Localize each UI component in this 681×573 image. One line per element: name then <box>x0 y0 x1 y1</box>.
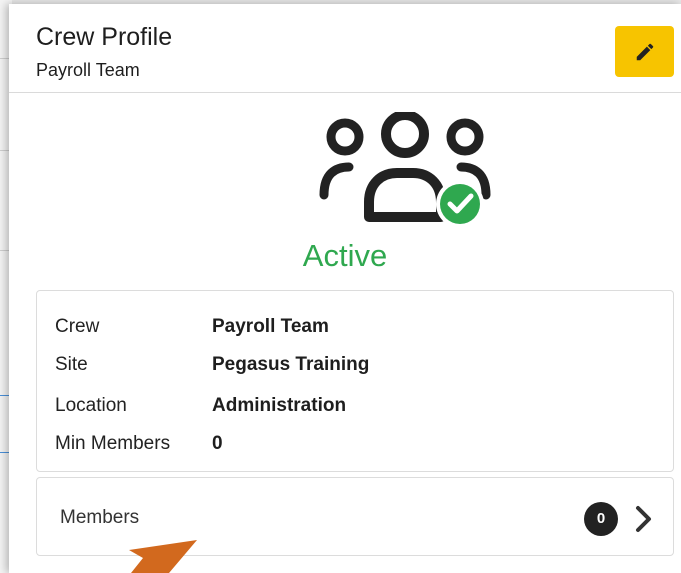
crew-profile-panel: Crew Profile Payroll Team Active Crew Pa… <box>9 4 681 573</box>
members-count-badge: 0 <box>584 502 618 536</box>
panel-header: Crew Profile Payroll Team <box>9 4 681 93</box>
chevron-right-icon <box>636 506 651 532</box>
status-label: Active <box>302 238 388 273</box>
edit-button[interactable] <box>615 26 674 77</box>
annotation-arrow-icon <box>129 540 197 573</box>
detail-value: Payroll Team <box>212 316 329 337</box>
detail-label: Crew <box>55 316 100 337</box>
detail-value: Administration <box>212 395 347 416</box>
detail-value: 0 <box>212 433 223 454</box>
members-label: Members <box>60 507 140 528</box>
detail-row-site: Site Pegasus Training <box>55 352 369 378</box>
detail-value: Pegasus Training <box>212 354 370 375</box>
page-subtitle: Payroll Team <box>36 60 140 80</box>
pencil-icon <box>636 43 653 60</box>
crew-details-card: Crew Payroll Team Site Pegasus Training Lo… <box>36 290 674 472</box>
page-title: Crew Profile <box>36 23 173 51</box>
detail-row-crew: Crew Payroll Team <box>55 314 329 340</box>
detail-label: Site <box>55 354 88 375</box>
detail-label: Min Members <box>55 433 171 454</box>
detail-row-min-members: Min Members 0 <box>55 431 223 457</box>
crew-group-icon <box>315 110 495 230</box>
detail-row-location: Location Administration <box>55 393 346 419</box>
check-circle-icon <box>436 180 484 228</box>
detail-label: Location <box>55 395 127 416</box>
